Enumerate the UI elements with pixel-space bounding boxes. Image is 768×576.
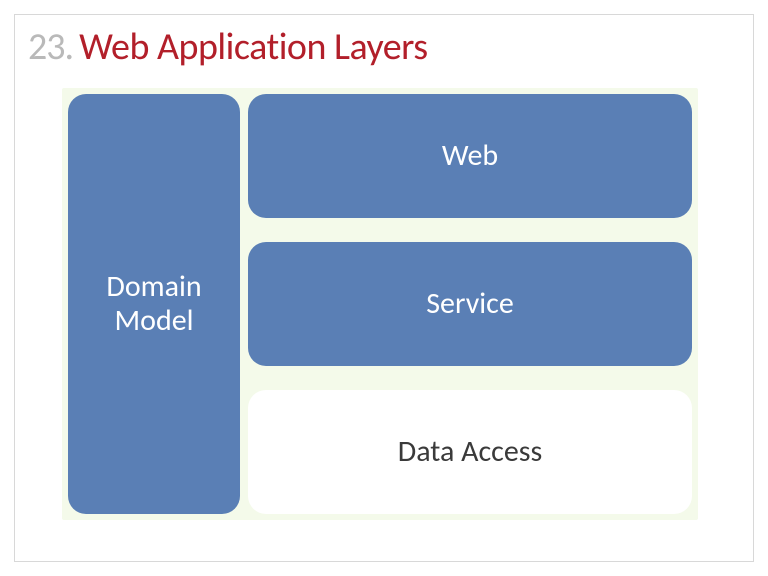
layer-data-access-label: Data Access: [398, 435, 543, 470]
layer-data-access: Data Access: [248, 390, 692, 514]
slide-title: Web Application Layers: [79, 24, 427, 70]
slide: 23. Web Application Layers DomainModel W…: [0, 0, 768, 576]
layer-web-label: Web: [442, 139, 498, 174]
layer-web: Web: [248, 94, 692, 218]
layer-service: Service: [248, 242, 692, 366]
layer-domain-model: DomainModel: [68, 94, 240, 514]
slide-number: 23.: [28, 24, 73, 70]
layer-service-label: Service: [426, 287, 514, 322]
layer-domain-model-label: DomainModel: [106, 270, 201, 339]
title-row: 23. Web Application Layers: [28, 24, 740, 70]
layers-diagram: DomainModel Web Service Data Access: [62, 88, 698, 520]
